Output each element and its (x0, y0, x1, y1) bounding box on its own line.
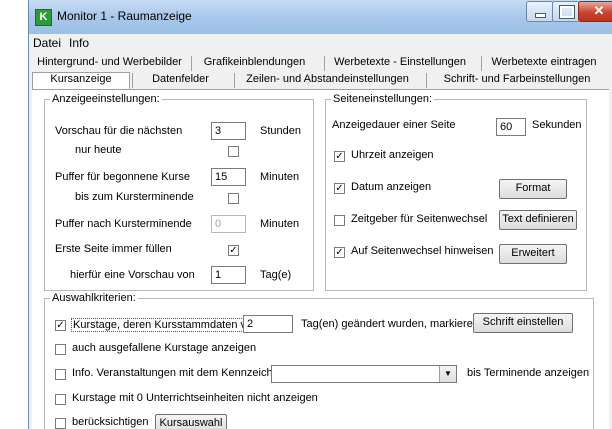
nur-heute-label: nur heute (75, 144, 122, 156)
bis-kursende-label: bis zum Kursterminende (75, 191, 194, 203)
tab-kursanzeige[interactable]: Kursanzeige (32, 72, 130, 90)
schrift-einstellen-button[interactable]: Schrift einstellen (473, 313, 573, 333)
auswahl-legend: Auswahlkriterien: (50, 292, 138, 304)
dauer-unit: Sekunden (532, 119, 582, 131)
kurstage-label: Kurstage, deren Kursstammdaten vor (71, 318, 258, 332)
info-suffix: bis Terminende anzeigen (467, 367, 590, 379)
puffer-unit: Minuten (260, 171, 300, 183)
uhrzeit-label: Uhrzeit anzeigen (351, 149, 434, 161)
format-button[interactable]: Format (499, 179, 567, 199)
datum-checkbox[interactable]: ✓ (334, 183, 345, 194)
erste-seite-checkbox[interactable]: ✓ (228, 245, 239, 256)
minimize-button[interactable] (526, 1, 554, 22)
minimize-icon (535, 13, 546, 18)
vorschau-label: Vorschau für die nächsten (55, 125, 183, 137)
tab-schrift-farbe[interactable]: Schrift- und Farbeinstellungen (426, 73, 607, 88)
tab-werbetexte-einstellungen[interactable]: Werbetexte - Einstellungen (324, 56, 475, 71)
title-bar[interactable]: K Monitor 1 - Raumanzeige ✕ (29, 0, 612, 34)
tab-zeilen-abstand[interactable]: Zeilen- und Abstandeinstellungen (234, 73, 420, 88)
zeitgeber-label: Zeitgeber für Seitenwechsel (351, 213, 488, 225)
beruecksichtigen-label: berücksichtigen (72, 416, 149, 428)
seiten-legend: Seiteneinstellungen: (331, 93, 435, 105)
hinweis-checkbox[interactable]: ✓ (334, 247, 345, 258)
ausgefallen-label: auch ausgefallene Kurstage anzeigen (72, 342, 257, 354)
kennzeichen-combobox[interactable]: ▼ (271, 365, 457, 383)
beruecksichtigen-checkbox[interactable] (55, 418, 66, 429)
tab-werbetexte-eintragen[interactable]: Werbetexte eintragen (481, 56, 606, 71)
tab-datenfelder[interactable]: Datenfelder (132, 73, 228, 88)
info-label: Info. Veranstaltungen mit dem Kennzeiche… (72, 367, 285, 379)
kursauswahl-button[interactable]: Kursauswahl (155, 414, 227, 429)
null-ue-checkbox[interactable] (55, 394, 66, 405)
window-title: Monitor 1 - Raumanzeige (57, 9, 192, 23)
menu-datei[interactable]: Datei (33, 36, 61, 50)
puffer-input[interactable]: 15 (211, 168, 246, 186)
menu-bar: Datei Info (29, 34, 612, 52)
vorschau-unit: Stunden (260, 125, 301, 137)
hierfuer-label: hierfür eine Vorschau von (70, 269, 195, 281)
close-button[interactable]: ✕ (578, 1, 612, 22)
null-ue-label: Kurstage mit 0 Unterrichtseinheiten nich… (72, 392, 318, 404)
info-checkbox[interactable] (55, 369, 66, 380)
maximize-button[interactable] (552, 1, 580, 22)
puffer-label: Puffer für begonnene Kurse (55, 171, 190, 183)
hierfuer-unit: Tag(e) (260, 269, 292, 281)
text-definieren-button[interactable]: Text definieren (499, 210, 577, 230)
erweitert-button[interactable]: Erweitert (499, 244, 567, 264)
kursanzeige-panel: Anzeigeeinstellungen: Vorschau für die n… (32, 89, 609, 429)
ausgefallen-checkbox[interactable] (55, 344, 66, 355)
kurstage-suffix: Tag(en) geändert wurden, markieren (301, 318, 479, 330)
seiten-group: Seiteneinstellungen: Anzeigedauer einer … (325, 93, 587, 291)
puffer-nach-label: Puffer nach Kursterminende (55, 218, 192, 230)
maximize-icon (559, 5, 575, 19)
anzeige-group: Anzeigeeinstellungen: Vorschau für die n… (44, 93, 314, 291)
erste-seite-label: Erste Seite immer füllen (55, 243, 172, 255)
datum-label: Datum anzeigen (351, 181, 432, 193)
bis-kursende-checkbox[interactable] (228, 193, 239, 204)
tab-row-upper: Hintergrund- und Werbebilder Grafikeinbl… (29, 56, 612, 72)
kurstage-checkbox[interactable]: ✓ (55, 320, 66, 331)
dauer-label: Anzeigedauer einer Seite (332, 119, 456, 131)
auswahl-group: Auswahlkriterien: ✓ Kurstage, deren Kurs… (44, 292, 594, 429)
nur-heute-checkbox[interactable] (228, 146, 239, 157)
hierfuer-input[interactable]: 1 (211, 266, 246, 284)
app-icon: K (35, 9, 52, 26)
close-icon: ✕ (593, 3, 605, 18)
app-window: K Monitor 1 - Raumanzeige ✕ Datei Info H… (28, 0, 612, 429)
tab-hintergrund[interactable]: Hintergrund- und Werbebilder (32, 56, 187, 71)
tab-row-lower: Kursanzeige Datenfelder Zeilen- und Abst… (29, 72, 612, 90)
chevron-down-icon[interactable]: ▼ (439, 366, 456, 382)
dauer-input[interactable]: 60 (496, 118, 526, 136)
puffer-nach-unit: Minuten (260, 218, 300, 230)
kurstage-input[interactable]: 2 (243, 315, 293, 333)
menu-info[interactable]: Info (69, 36, 89, 50)
tab-grafikeinblendungen[interactable]: Grafikeinblendungen (191, 56, 317, 71)
vorschau-input[interactable]: 3 (211, 122, 246, 140)
uhrzeit-checkbox[interactable]: ✓ (334, 151, 345, 162)
anzeige-legend: Anzeigeeinstellungen: (50, 93, 162, 105)
hinweis-label: Auf Seitenwechsel hinweisen (351, 245, 494, 257)
puffer-nach-input[interactable]: 0 (211, 215, 246, 233)
zeitgeber-checkbox[interactable] (334, 215, 345, 226)
